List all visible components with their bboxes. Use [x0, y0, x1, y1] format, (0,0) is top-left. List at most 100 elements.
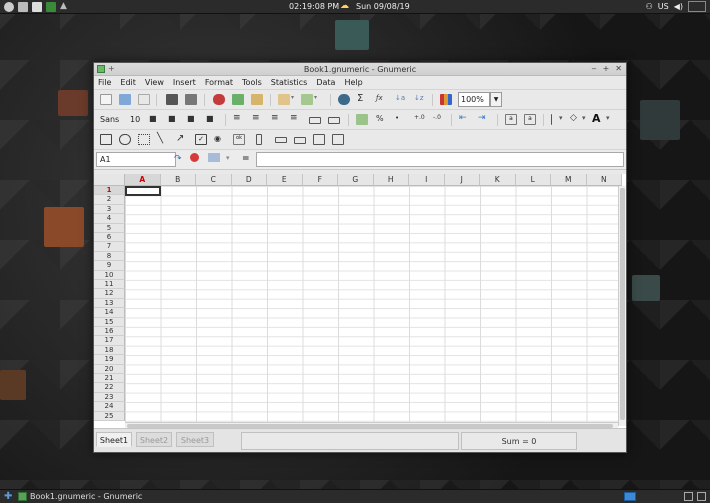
equals-button[interactable]: =	[242, 154, 250, 164]
menu-view[interactable]: View	[145, 78, 164, 87]
insert-chart-icon[interactable]	[440, 94, 452, 105]
spreadsheet-grid[interactable]: ABCDEFGHIJKLMN 1 2 3 4 5 6 7 8 9 10 11 12 13 14 15 16 17…	[94, 174, 626, 428]
maximize-icon[interactable]: +	[603, 64, 610, 73]
merge-cells-icon[interactable]	[309, 117, 321, 124]
row-header-25[interactable]: 25	[94, 411, 125, 421]
row-header-17[interactable]: 17	[94, 336, 125, 346]
borders-icon[interactable]	[551, 114, 553, 125]
weather-icon[interactable]: ☁	[340, 1, 349, 11]
sheet-tab-1[interactable]: Sheet1	[96, 432, 132, 447]
active-cell-cursor[interactable]	[125, 186, 161, 196]
cancel-edit-icon[interactable]	[190, 153, 199, 162]
goto-arrow-icon[interactable]: ↷	[174, 154, 182, 164]
menu-data[interactable]: Data	[316, 78, 335, 87]
undo-icon[interactable]	[278, 94, 290, 105]
menu-edit[interactable]: Edit	[120, 78, 136, 87]
align-left-icon[interactable]: ≡	[233, 114, 245, 125]
column-header-m[interactable]: M	[551, 174, 587, 186]
app-menu-icon[interactable]	[4, 1, 14, 12]
strikethrough-icon[interactable]: ■	[206, 114, 218, 125]
show-desktop-icon[interactable]: ✚	[4, 491, 12, 502]
save-icon[interactable]	[138, 94, 150, 105]
zoom-dropdown-icon[interactable]: ▼	[490, 92, 502, 107]
font-color-dropdown-icon[interactable]: ▾	[606, 114, 618, 125]
zoom-field[interactable]: 100%	[458, 92, 490, 107]
row-header-9[interactable]: 9	[94, 261, 125, 271]
volume-icon[interactable]: ◀)	[674, 2, 683, 11]
italic-icon[interactable]: ■	[168, 114, 180, 125]
redo-icon[interactable]	[301, 94, 313, 105]
button-tool-icon[interactable]: ok	[233, 134, 245, 145]
align-justify-icon[interactable]: ≡	[290, 114, 302, 125]
home-arrow-icon[interactable]: ▲	[60, 1, 70, 12]
row-header-6[interactable]: 6	[94, 233, 125, 243]
percent-format-icon[interactable]: %	[376, 114, 388, 125]
underline-icon[interactable]: ■	[187, 114, 199, 125]
function-icon[interactable]: ƒx	[376, 94, 388, 105]
column-header-k[interactable]: K	[480, 174, 516, 186]
minimize-icon[interactable]: ‒	[592, 64, 597, 73]
redo-dropdown-icon[interactable]: ▾	[314, 94, 326, 105]
cut-icon[interactable]	[213, 94, 225, 105]
workspace-1[interactable]	[624, 492, 636, 501]
slider-tool-icon[interactable]	[275, 137, 287, 143]
column-header-l[interactable]: L	[515, 174, 551, 186]
menu-help[interactable]: Help	[344, 78, 362, 87]
sum-icon[interactable]: Σ	[357, 94, 369, 105]
row-header-15[interactable]: 15	[94, 317, 125, 327]
row-header-21[interactable]: 21	[94, 374, 125, 384]
rectangle-tool-icon[interactable]	[100, 134, 112, 145]
increase-decimals-icon[interactable]: +.0	[414, 114, 426, 125]
menu-format[interactable]: Format	[205, 78, 233, 87]
arrow-tool-icon[interactable]: ↗	[176, 134, 188, 145]
column-header-a[interactable]: A	[125, 174, 161, 186]
scrollbar-tool-icon[interactable]	[256, 134, 262, 145]
paste-icon[interactable]	[251, 94, 263, 105]
subscript-icon[interactable]: a	[524, 114, 536, 125]
vertical-scrollbar[interactable]	[618, 186, 626, 426]
menu-tools[interactable]: Tools	[242, 78, 262, 87]
row-header-7[interactable]: 7	[94, 242, 125, 252]
panel-clock[interactable]: 02:19:08 PM	[289, 2, 339, 11]
menu-insert[interactable]: Insert	[173, 78, 196, 87]
terminal-icon[interactable]	[46, 1, 56, 12]
sort-descending-icon[interactable]: ↓z	[414, 94, 426, 105]
row-header-11[interactable]: 11	[94, 280, 125, 290]
menu-file[interactable]: File	[98, 78, 111, 87]
row-header-4[interactable]: 4	[94, 214, 125, 224]
decrease-indent-icon[interactable]: ⇤	[459, 114, 471, 125]
row-header-10[interactable]: 10	[94, 270, 125, 280]
close-icon[interactable]: ✕	[615, 64, 622, 73]
superscript-icon[interactable]: a	[505, 114, 517, 125]
increase-indent-icon[interactable]: ⇥	[478, 114, 490, 125]
column-header-e[interactable]: E	[267, 174, 303, 186]
bold-icon[interactable]: ■	[149, 114, 161, 125]
split-cells-icon[interactable]	[328, 117, 340, 124]
cell-area[interactable]	[125, 186, 619, 422]
row-header-5[interactable]: 5	[94, 223, 125, 233]
list-tool-icon[interactable]	[313, 134, 325, 145]
row-header-12[interactable]: 12	[94, 289, 125, 299]
row-header-22[interactable]: 22	[94, 383, 125, 393]
row-header-23[interactable]: 23	[94, 392, 125, 403]
thousands-separator-icon[interactable]: •	[395, 114, 407, 125]
sheet-tab-3[interactable]: Sheet3	[176, 432, 214, 447]
fill-color-icon[interactable]: ◇	[570, 114, 582, 125]
row-header-3[interactable]: 3	[94, 204, 125, 215]
align-right-icon[interactable]: ≡	[271, 114, 283, 125]
formula-input[interactable]	[256, 152, 624, 167]
column-header-f[interactable]: F	[302, 174, 338, 186]
checkbox-tool-icon[interactable]: ✓	[195, 134, 207, 145]
column-header-j[interactable]: J	[444, 174, 480, 186]
row-header-1[interactable]: 1	[94, 186, 125, 196]
network-icon[interactable]: ⚇	[646, 2, 653, 11]
row-header-20[interactable]: 20	[94, 364, 125, 374]
trash-icon[interactable]	[697, 492, 706, 501]
radio-button-tool-icon[interactable]: ◉	[214, 134, 226, 145]
column-header-i[interactable]: I	[409, 174, 445, 186]
column-header-h[interactable]: H	[373, 174, 409, 186]
font-name-field[interactable]: Sans	[100, 115, 119, 124]
taskbar-task-gnumeric[interactable]: Book1.gnumeric - Gnumeric	[18, 492, 142, 501]
keyboard-layout[interactable]: US	[658, 2, 669, 11]
font-size-field[interactable]: 10	[130, 115, 140, 124]
